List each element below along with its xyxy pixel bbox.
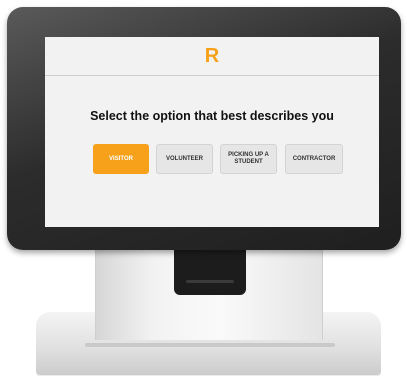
tablet-bezel: R Select the option that best describes … bbox=[7, 7, 401, 250]
contractor-button[interactable]: CONTRACTOR bbox=[285, 144, 343, 174]
stand-base-groove bbox=[85, 343, 335, 347]
picking-up-student-button[interactable]: PICKING UP A STUDENT bbox=[220, 144, 277, 174]
selection-prompt: Select the option that best describes yo… bbox=[90, 109, 334, 123]
kiosk-screen: R Select the option that best describes … bbox=[45, 37, 379, 227]
brand-logo: R bbox=[204, 45, 220, 67]
volunteer-button[interactable]: VOLUNTEER bbox=[156, 144, 213, 174]
printer-slot-opening bbox=[186, 280, 234, 283]
visitor-button[interactable]: VISITOR bbox=[93, 144, 149, 174]
badge-printer-slot bbox=[174, 249, 246, 295]
header-divider bbox=[45, 75, 379, 76]
